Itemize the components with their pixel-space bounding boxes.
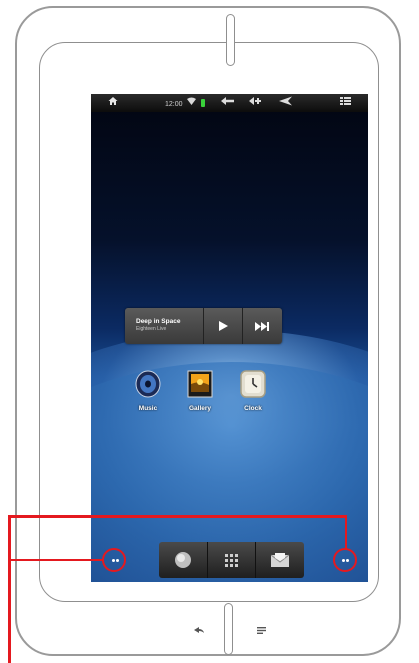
navigate-back-icon[interactable] bbox=[279, 96, 293, 111]
home-icon[interactable] bbox=[108, 96, 118, 111]
device-screen: 12:00 Deep in Space Eighteen Live Music … bbox=[91, 94, 368, 582]
dock-apps-button[interactable] bbox=[207, 542, 255, 578]
callout-line-vertical bbox=[8, 515, 11, 663]
email-icon bbox=[271, 553, 289, 567]
track-title: Deep in Space bbox=[136, 318, 181, 325]
status-time: 12:00 bbox=[165, 101, 183, 108]
app-label: Music bbox=[138, 405, 158, 412]
clock-icon bbox=[240, 370, 266, 398]
app-label: Gallery bbox=[188, 405, 212, 412]
next-track-icon bbox=[255, 321, 269, 331]
dock-browser-button[interactable] bbox=[159, 542, 207, 578]
back-icon[interactable] bbox=[221, 96, 235, 111]
battery-icon bbox=[201, 99, 205, 107]
callout-line-right-drop bbox=[344, 515, 347, 550]
top-slot bbox=[226, 14, 235, 66]
track-artist: Eighteen Live bbox=[136, 326, 167, 332]
app-grid-icon bbox=[225, 553, 238, 567]
app-music[interactable]: Music bbox=[128, 370, 168, 412]
dock-email-button[interactable] bbox=[255, 542, 304, 578]
volume-up-icon[interactable] bbox=[249, 96, 263, 111]
bottom-dock bbox=[159, 542, 304, 578]
wifi-icon bbox=[187, 96, 196, 110]
menu-icon[interactable] bbox=[340, 96, 351, 111]
status-bar: 12:00 bbox=[91, 94, 368, 112]
music-disc-icon bbox=[135, 370, 161, 398]
bottom-slot bbox=[224, 603, 233, 655]
play-button[interactable] bbox=[203, 308, 242, 344]
play-icon bbox=[218, 321, 228, 331]
browser-globe-icon bbox=[175, 552, 191, 568]
menu-lines-icon[interactable] bbox=[257, 626, 266, 637]
app-label: Clock bbox=[244, 405, 262, 412]
back-arrow-icon[interactable] bbox=[193, 626, 205, 637]
callout-circle-left bbox=[102, 548, 126, 572]
music-widget[interactable]: Deep in Space Eighteen Live bbox=[125, 308, 282, 344]
app-gallery[interactable]: Gallery bbox=[180, 370, 220, 412]
callout-circle-right bbox=[333, 548, 357, 572]
next-track-button[interactable] bbox=[242, 308, 281, 344]
callout-line-top bbox=[8, 515, 347, 518]
music-widget-info[interactable]: Deep in Space Eighteen Live bbox=[125, 308, 203, 344]
gallery-icon bbox=[187, 370, 213, 398]
app-clock[interactable]: Clock bbox=[233, 370, 273, 412]
callout-line-left-horizontal bbox=[8, 558, 104, 561]
